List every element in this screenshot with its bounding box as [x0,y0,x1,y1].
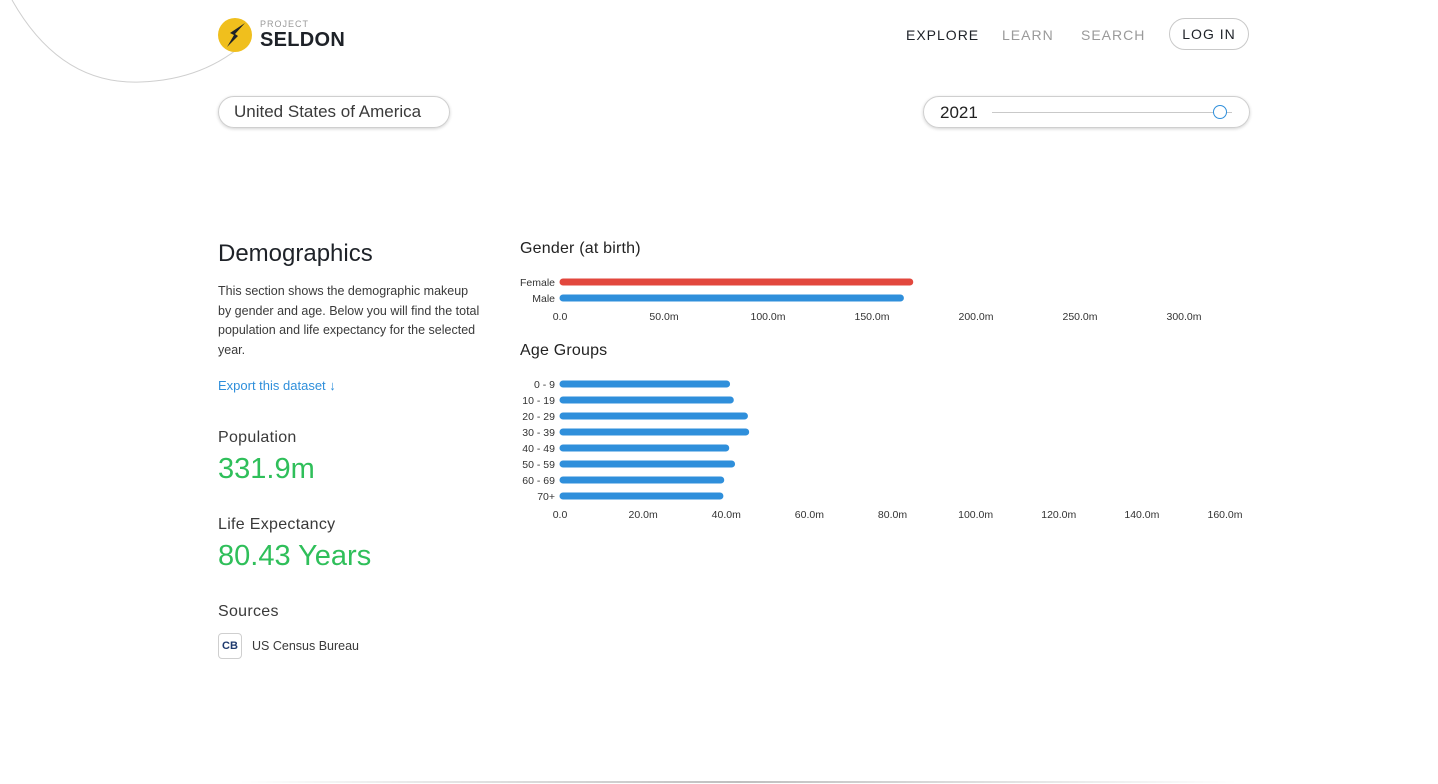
age-group-tick-label: 80.0m [878,509,907,521]
age-group-tick-label: 20.0m [629,509,658,521]
age-group-tick-label: 160.0m [1207,509,1242,521]
age-group-category-label: 10 - 19 [522,395,555,407]
age-group-category-label: 30 - 39 [522,427,555,439]
age-group-tick-label: 120.0m [1041,509,1076,521]
age-group-tick-label: 60.0m [795,509,824,521]
footer-divider [238,781,1238,783]
age-group-category-label: 50 - 59 [522,459,555,471]
age-group-category-label: 40 - 49 [522,443,555,455]
age-group-tick-label: 140.0m [1124,509,1159,521]
age-group-category-label: 60 - 69 [522,475,555,487]
age-group-tick-label: 0.0 [553,509,568,521]
age-groups-chart: 0 - 9 10 - 19 20 - 29 30 - 39 40 - 49 50 - 59… [522,379,1242,521]
age-group-category-label: 70+ [537,491,555,503]
age-group-category-label: 20 - 29 [522,411,555,423]
age-group-tick-label: 40.0m [712,509,741,521]
age-group-category-label: 0 - 9 [534,379,555,391]
age-group-tick-label: 100.0m [958,509,993,521]
